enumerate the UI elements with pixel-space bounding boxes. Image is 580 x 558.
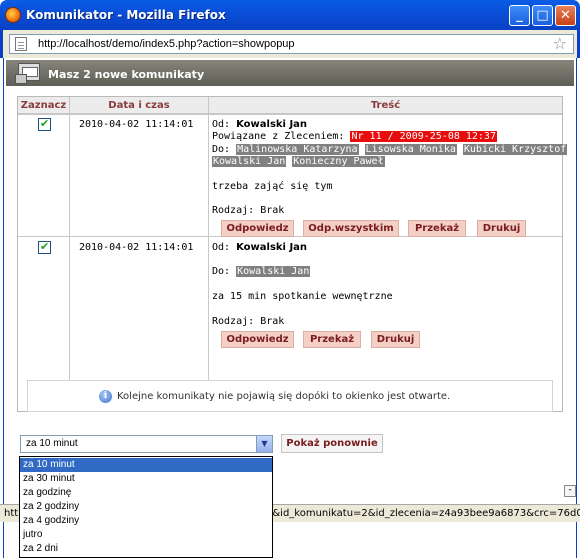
reply-button[interactable]: Odpowiedz bbox=[221, 331, 294, 348]
firefox-icon bbox=[5, 7, 21, 23]
message-2-datetime: 2010-04-02 11:14:01 bbox=[79, 242, 194, 253]
to-label: Do: bbox=[212, 144, 231, 155]
recipient-chip: Kowalski Jan bbox=[212, 156, 287, 167]
close-icon: ✕ bbox=[560, 8, 571, 23]
column-header-content: Treść bbox=[209, 97, 562, 114]
messages-table: Zaznacz Data i czas Treść ✔ 2010-04-02 1… bbox=[17, 96, 568, 412]
message-2-body: za 15 min spotkanie wewnętrzne bbox=[212, 291, 393, 302]
message-1-body: trzeba zająć się tym bbox=[212, 181, 333, 192]
remind-interval-value: za 10 minut bbox=[26, 438, 78, 449]
chevron-down-icon[interactable]: ▼ bbox=[256, 436, 272, 452]
show-again-button[interactable]: Pokaż ponownie bbox=[281, 434, 383, 453]
column-header-select: Zaznacz bbox=[18, 97, 69, 114]
messages-icon bbox=[15, 63, 40, 84]
forward-button[interactable]: Przekaż bbox=[303, 331, 361, 348]
message-1-recipients-line-1: Do: Malinowska Katarzyna Lisowska Monika… bbox=[212, 144, 568, 155]
message-2-type: Rodzaj: Brak bbox=[212, 316, 284, 327]
to-label: Do: bbox=[212, 266, 231, 277]
recipient-chip: Malinowska Katarzyna bbox=[236, 144, 359, 155]
address-bar: http://localhost/demo/index5.php?action=… bbox=[0, 30, 580, 58]
type-label: Rodzaj: bbox=[212, 316, 255, 327]
from-name: Kowalski Jan bbox=[236, 242, 308, 253]
url-field[interactable]: http://localhost/demo/index5.php?action=… bbox=[9, 34, 574, 54]
message-1-related: Powiązane z Zleceniem: Nr 11 / 2009-25-0… bbox=[212, 131, 497, 142]
related-order-link[interactable]: Nr 11 / 2009-25-08 12:37 bbox=[350, 131, 497, 142]
from-label: Od: bbox=[212, 119, 231, 130]
message-2-from: Od: Kowalski Jan bbox=[212, 242, 307, 253]
maximize-icon: □ bbox=[536, 8, 549, 23]
url-text[interactable]: http://localhost/demo/index5.php?action=… bbox=[38, 38, 295, 50]
message-2-recipients: Do: Kowalski Jan bbox=[212, 266, 311, 277]
remind-interval-dropdown[interactable]: za 10 minut za 30 minut za godzinę za 2 … bbox=[19, 456, 273, 558]
dropdown-option[interactable]: za godzinę bbox=[20, 486, 272, 500]
message-1-checkbox[interactable]: ✔ bbox=[38, 117, 51, 131]
column-divider bbox=[69, 97, 70, 411]
message-1-from: Od: Kowalski Jan bbox=[212, 119, 307, 130]
close-button[interactable]: ✕ bbox=[555, 5, 576, 26]
dropdown-option[interactable]: za 2 dni bbox=[20, 542, 272, 556]
check-icon: ✔ bbox=[40, 240, 50, 253]
notice-text: Kolejne komunikaty nie pojawią się dopók… bbox=[117, 391, 451, 402]
message-1-recipients-line-2: Kowalski Jan Konieczny Paweł bbox=[212, 156, 385, 167]
minimize-icon: _ bbox=[516, 8, 523, 23]
minimize-button[interactable]: _ bbox=[509, 5, 530, 26]
forward-button[interactable]: Przekaż bbox=[408, 220, 466, 237]
page-icon bbox=[15, 37, 27, 51]
recipient-chip: Konieczny Paweł bbox=[292, 156, 385, 167]
message-1-datetime: 2010-04-02 11:14:01 bbox=[79, 119, 194, 130]
reply-all-button[interactable]: Odp.wszystkim bbox=[303, 220, 399, 237]
bookmark-star-icon[interactable]: ☆ bbox=[553, 35, 567, 53]
row-divider bbox=[18, 114, 562, 115]
recipient-chip: Kubicki Krzysztof bbox=[462, 144, 568, 155]
info-icon: i bbox=[99, 390, 112, 403]
maximize-button[interactable]: □ bbox=[532, 5, 553, 26]
minimize-panel-button[interactable]: - bbox=[564, 485, 576, 497]
dropdown-option[interactable]: jutro bbox=[20, 528, 272, 542]
dropdown-option[interactable]: za 30 minut bbox=[20, 472, 272, 486]
header-strip: Masz 2 nowe komunikaty bbox=[6, 60, 574, 86]
from-label: Od: bbox=[212, 242, 231, 253]
dropdown-option[interactable]: za 2 godziny bbox=[20, 500, 272, 514]
remind-interval-select[interactable]: za 10 minut ▼ bbox=[20, 435, 273, 453]
type-value: Brak bbox=[260, 316, 285, 327]
print-button[interactable]: Drukuj bbox=[371, 331, 420, 348]
window-title: Komunikator - Mozilla Firefox bbox=[26, 8, 226, 22]
column-divider bbox=[208, 97, 209, 411]
type-value: Brak bbox=[260, 205, 285, 216]
check-icon: ✔ bbox=[40, 117, 50, 130]
related-label: Powiązane z Zleceniem: bbox=[212, 131, 345, 142]
dropdown-option[interactable]: za 4 godziny bbox=[20, 514, 272, 528]
reply-button[interactable]: Odpowiedz bbox=[221, 220, 294, 237]
title-bar[interactable]: Komunikator - Mozilla Firefox _ □ ✕ bbox=[0, 0, 580, 30]
from-name: Kowalski Jan bbox=[236, 119, 308, 130]
type-label: Rodzaj: bbox=[212, 205, 255, 216]
recipient-chip: Lisowska Monika bbox=[364, 144, 457, 155]
recipient-chip: Kowalski Jan bbox=[236, 266, 311, 277]
dropdown-option[interactable]: za 10 minut bbox=[20, 458, 272, 472]
info-notice: i Kolejne komunikaty nie pojawią się dop… bbox=[27, 380, 553, 412]
message-1-type: Rodzaj: Brak bbox=[212, 205, 284, 216]
print-button[interactable]: Drukuj bbox=[477, 220, 526, 237]
page-title: Masz 2 nowe komunikaty bbox=[48, 68, 205, 81]
column-header-datetime: Data i czas bbox=[70, 97, 208, 114]
message-2-checkbox[interactable]: ✔ bbox=[38, 240, 51, 254]
